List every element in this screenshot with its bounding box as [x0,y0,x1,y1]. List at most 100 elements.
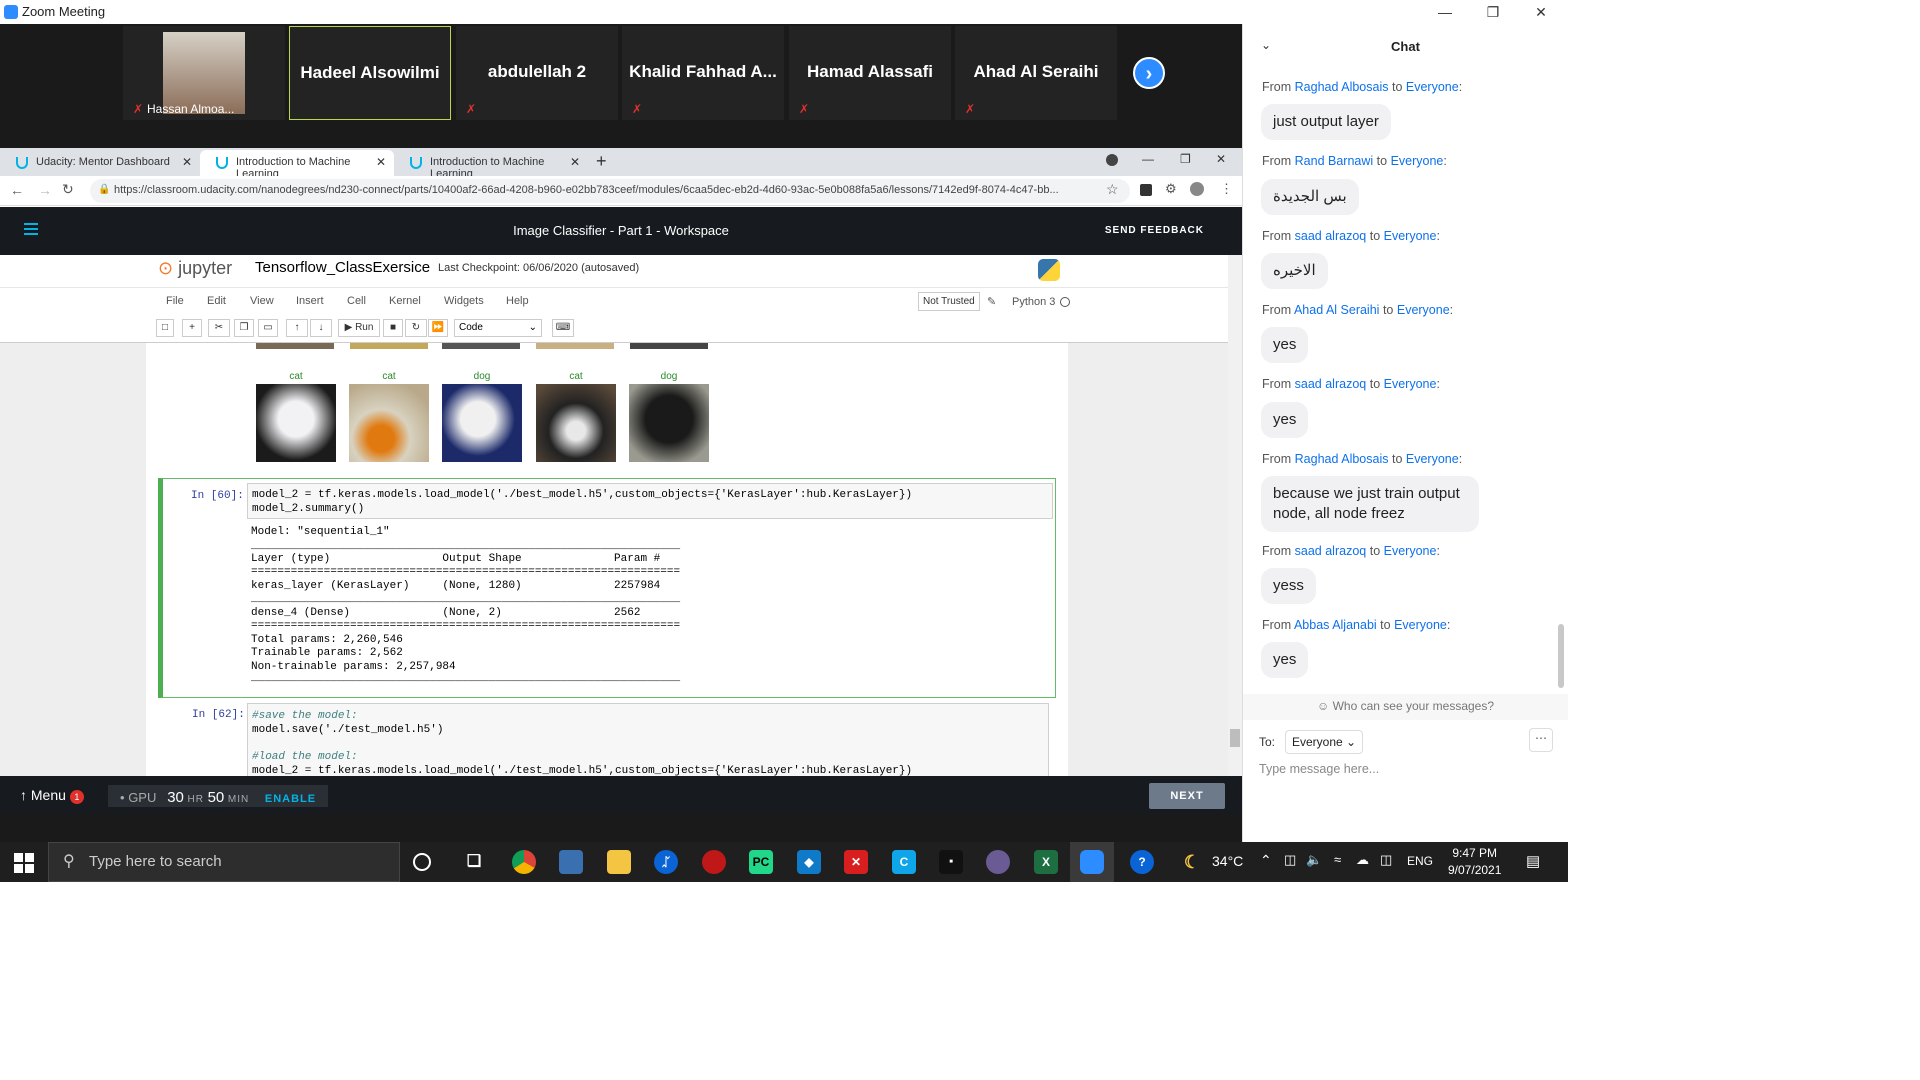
minimize-button[interactable]: — [1422,0,1468,24]
message-sender[interactable]: Rand Barnawi [1295,154,1374,168]
excel-icon[interactable]: X [1034,850,1058,874]
message-recipient[interactable]: Everyone [1391,154,1444,168]
message-recipient[interactable]: Everyone [1384,229,1437,243]
participant-tile[interactable]: Ahad Al Seraihi ✗ [955,26,1117,120]
menu-view[interactable]: View [250,295,274,307]
forward-arrow-icon[interactable]: → [38,182,52,198]
file-explorer-icon[interactable] [607,850,631,874]
tab-intro-ml[interactable]: Introduction to Machine Learning ✕ [394,150,588,180]
participant-tile[interactable]: abdulellah 2 ✗ [456,26,618,120]
extension-icon[interactable] [1140,184,1152,196]
participant-tile[interactable]: Khalid Fahhad A... ✗ [622,26,784,120]
cut-icon[interactable]: ✂ [208,319,230,337]
message-recipient[interactable]: Everyone [1394,618,1447,632]
system-clock[interactable]: 9:47 PM 9/07/2021 [1448,845,1501,879]
message-recipient[interactable]: Everyone [1384,544,1437,558]
message-sender[interactable]: Ahad Al Seraihi [1294,303,1379,317]
message-recipient[interactable]: Everyone [1384,377,1437,391]
input-language[interactable]: ENG [1407,854,1433,868]
menu-kernel[interactable]: Kernel [389,295,421,307]
menu-insert[interactable]: Insert [296,295,324,307]
message-recipient[interactable]: Everyone [1406,80,1459,94]
message-sender[interactable]: saad alrazoq [1295,229,1367,243]
chrome-icon[interactable] [512,850,536,874]
code-cell[interactable]: In [62]: #save the model: model.save('./… [158,703,1056,776]
menu-button[interactable]: ↑ Menu 1 [20,787,84,804]
close-button[interactable]: ✕ [1518,0,1564,24]
tab-intro-ml-active[interactable]: Introduction to Machine Learning ✕ [200,150,394,180]
notebook-name[interactable]: Tensorflow_ClassExersice [255,259,430,276]
zoom-taskbar-icon[interactable] [1070,842,1114,882]
bookmark-star-icon[interactable]: ☆ [1106,181,1119,198]
windows-start-icon[interactable] [14,853,34,873]
volume-icon[interactable]: 🔈 [1306,852,1322,868]
who-can-see-link[interactable]: ☺ Who can see your messages? [1243,694,1568,720]
tab-close-icon[interactable]: ✕ [182,155,192,169]
menu-edit[interactable]: Edit [207,295,226,307]
message-recipient[interactable]: Everyone [1406,452,1459,466]
next-page-arrow-icon[interactable]: › [1133,57,1165,89]
notebook-scrollbar[interactable] [1228,255,1242,776]
wifi-icon[interactable]: ≈ [1334,852,1341,867]
next-button[interactable]: NEXT [1149,783,1225,809]
keyboard-icon[interactable]: ⌨ [552,319,574,337]
tray-chevron-up-icon[interactable]: ⌃ [1260,852,1272,869]
vscode-icon[interactable]: ◆ [797,850,821,874]
participant-tile[interactable]: ✗ Hassan Almoa... [123,26,285,120]
run-button[interactable]: ▶ Run [338,319,380,337]
url-field[interactable]: 🔒 https://classroom.udacity.com/nanodegr… [90,179,1130,203]
bluetooth-icon[interactable]: ᛢ [654,850,678,874]
copy-icon[interactable]: ❐ [234,319,254,337]
task-view-icon[interactable]: ❏ [462,850,486,874]
reload-icon[interactable]: ↻ [62,181,74,198]
menu-file[interactable]: File [166,295,184,307]
message-sender[interactable]: saad alrazoq [1295,377,1367,391]
cortana-icon[interactable] [413,853,431,871]
tab-close-icon[interactable]: ✕ [570,155,580,169]
code-cell-selected[interactable]: In [60]: model_2 = tf.keras.models.load_… [158,478,1056,698]
message-sender[interactable]: saad alrazoq [1295,544,1367,558]
recipient-select[interactable]: Everyone ⌄ [1285,730,1364,754]
move-up-arrow-icon[interactable]: ↑ [286,319,308,337]
new-tab-plus-icon[interactable]: + [596,151,607,172]
maximize-button[interactable]: ❐ [1470,0,1516,24]
browser-minimize-icon[interactable]: — [1142,152,1154,166]
message-sender[interactable]: Raghad Albosais [1295,80,1389,94]
save-icon[interactable]: □ [156,319,174,337]
move-down-arrow-icon[interactable]: ↓ [310,319,332,337]
back-arrow-icon[interactable]: ← [10,182,24,198]
participant-tile-active-speaker[interactable]: Hadeel Alsowilmi [289,26,451,120]
tab-search-icon[interactable] [1106,154,1118,166]
fast-forward-icon[interactable]: ⏩ [428,319,448,337]
tab-mentor-dashboard[interactable]: Udacity: Mentor Dashboard ✕ [0,150,200,176]
scrollbar-thumb[interactable] [1230,729,1240,747]
browser-restore-icon[interactable]: ❐ [1180,152,1191,166]
stop-icon[interactable]: ■ [383,319,403,337]
menu-widgets[interactable]: Widgets [444,295,484,307]
restart-icon[interactable]: ↻ [405,319,427,337]
profile-avatar-icon[interactable] [1190,182,1204,196]
paste-icon[interactable]: ▭ [258,319,278,337]
onedrive-cloud-icon[interactable]: ☁ [1356,852,1369,868]
help-icon[interactable]: ? [1130,850,1154,874]
message-recipient[interactable]: Everyone [1397,303,1450,317]
message-sender[interactable]: Abbas Aljanabi [1294,618,1377,632]
more-options-icon[interactable]: ⋯ [1529,728,1553,752]
not-trusted-badge[interactable]: Not Trusted [918,292,980,311]
network-icon[interactable]: ◫ [1380,852,1392,868]
code-input[interactable]: model_2 = tf.keras.models.load_model('./… [247,483,1053,519]
tray-app-icon[interactable]: ◫ [1284,852,1296,868]
send-feedback-button[interactable]: SEND FEEDBACK [1105,225,1204,236]
menu-cell[interactable]: Cell [347,295,366,307]
insert-cell-plus-icon[interactable]: + [182,319,202,337]
chat-message-input[interactable]: Type message here... [1259,762,1379,776]
participant-tile[interactable]: Hamad Alassafi ✗ [789,26,951,120]
app-icon[interactable] [702,850,726,874]
extensions-puzzle-icon[interactable]: ⚙ [1165,181,1177,197]
app-icon[interactable] [986,850,1010,874]
app-icon[interactable]: C [892,850,916,874]
browser-menu-icon[interactable]: ⋮ [1220,181,1233,197]
temperature[interactable]: 34°C [1212,853,1243,869]
menu-help[interactable]: Help [506,295,529,307]
enable-gpu-button[interactable]: ENABLE [265,793,316,805]
